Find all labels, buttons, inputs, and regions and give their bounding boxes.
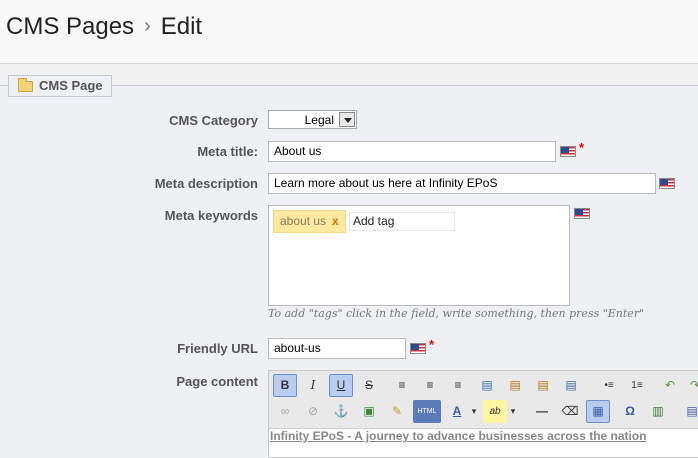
anchor-icon[interactable]: ⚓	[329, 400, 353, 423]
category-select-value: Legal	[304, 113, 334, 127]
bold-button[interactable]: B	[273, 374, 297, 397]
breadcrumb-separator-icon: ›	[144, 15, 151, 37]
table-icon[interactable]: ▤	[680, 400, 698, 423]
chevron-down-icon[interactable]: ▾	[507, 400, 519, 423]
section-legend-label: CMS Page	[39, 78, 103, 93]
friendly-url-input[interactable]: about-us	[268, 338, 406, 359]
redo-icon[interactable]: ↷	[683, 374, 698, 397]
align-right-icon[interactable]: ≡	[446, 374, 470, 397]
horizontal-rule-icon[interactable]: —	[530, 400, 554, 423]
strikethrough-button[interactable]: S	[357, 374, 381, 397]
required-marker: *	[579, 140, 585, 155]
highlight-color-icon[interactable]: ab	[483, 400, 507, 423]
us-flag-icon[interactable]	[410, 343, 426, 354]
folder-icon	[18, 78, 33, 92]
text-color-icon[interactable]: A	[446, 400, 468, 423]
us-flag-icon[interactable]	[659, 178, 675, 189]
visual-aid-icon[interactable]: ▦	[586, 400, 610, 423]
add-tag-input[interactable]: Add tag	[349, 212, 455, 231]
breadcrumb-parent[interactable]: CMS Pages	[6, 13, 134, 40]
special-character-icon[interactable]: Ω	[618, 400, 642, 423]
keyword-tag: about us x	[273, 210, 346, 233]
content-heading-link[interactable]: Infinity EPoS - A journey to advance bus…	[270, 429, 647, 443]
category-label: CMS Category	[169, 113, 258, 128]
meta-title-label: Meta title:	[197, 144, 258, 159]
copy-icon[interactable]: ▤	[475, 374, 499, 397]
meta-description-label: Meta description	[154, 176, 258, 191]
editor-toolbar: B I U S ≡ ≡ ≡ ▤ ▤ ▤ ▤ •≡ 1≡ ↶ ↷ ∞ ⊘ ⚓ ▣ …	[269, 371, 698, 429]
breadcrumb: CMS Pages › Edit	[6, 13, 202, 41]
meta-keywords-label: Meta keywords	[164, 208, 258, 223]
image-icon[interactable]: ▣	[357, 400, 381, 423]
us-flag-icon[interactable]	[560, 146, 576, 157]
meta-title-input[interactable]: About us	[268, 141, 556, 162]
us-flag-icon[interactable]	[574, 208, 590, 219]
remove-tag-icon[interactable]: x	[332, 214, 339, 228]
section-legend: CMS Page	[8, 75, 112, 97]
align-left-icon[interactable]: ≡	[390, 374, 414, 397]
link-icon[interactable]: ∞	[273, 400, 297, 423]
media-icon[interactable]: ▥	[646, 400, 670, 423]
friendly-url-label: Friendly URL	[177, 341, 258, 356]
keywords-hint: To add "tags" click in the field, write …	[268, 307, 645, 320]
italic-button[interactable]: I	[301, 374, 325, 397]
chevron-down-icon[interactable]	[339, 112, 355, 127]
paste-icon[interactable]: ▤	[503, 374, 527, 397]
remove-format-icon[interactable]: ⌫	[558, 400, 582, 423]
numbered-list-icon[interactable]: 1≡	[625, 374, 649, 397]
paste-text-icon[interactable]: ▤	[531, 374, 555, 397]
chevron-down-icon[interactable]: ▾	[468, 400, 480, 423]
rich-text-editor[interactable]: B I U S ≡ ≡ ≡ ▤ ▤ ▤ ▤ •≡ 1≡ ↶ ↷ ∞ ⊘ ⚓ ▣ …	[268, 370, 698, 458]
undo-icon[interactable]: ↶	[658, 374, 682, 397]
breadcrumb-current: Edit	[160, 13, 203, 40]
page-content-label: Page content	[176, 374, 258, 389]
meta-keywords-tag-field[interactable]: about us x Add tag	[268, 205, 570, 306]
keyword-tag-label: about us	[280, 214, 327, 228]
category-select[interactable]: Legal	[268, 110, 357, 129]
unlink-icon[interactable]: ⊘	[301, 400, 325, 423]
cleanup-icon[interactable]: ✎	[385, 400, 409, 423]
paste-word-icon[interactable]: ▤	[559, 374, 583, 397]
page-header: CMS Pages › Edit	[0, 0, 698, 64]
html-source-icon[interactable]: HTML	[413, 400, 441, 423]
meta-description-input[interactable]: Learn more about us here at Infinity EPo…	[268, 173, 656, 194]
align-center-icon[interactable]: ≡	[418, 374, 442, 397]
underline-button[interactable]: U	[329, 374, 353, 397]
required-marker: *	[429, 337, 435, 352]
bullet-list-icon[interactable]: •≡	[597, 374, 621, 397]
